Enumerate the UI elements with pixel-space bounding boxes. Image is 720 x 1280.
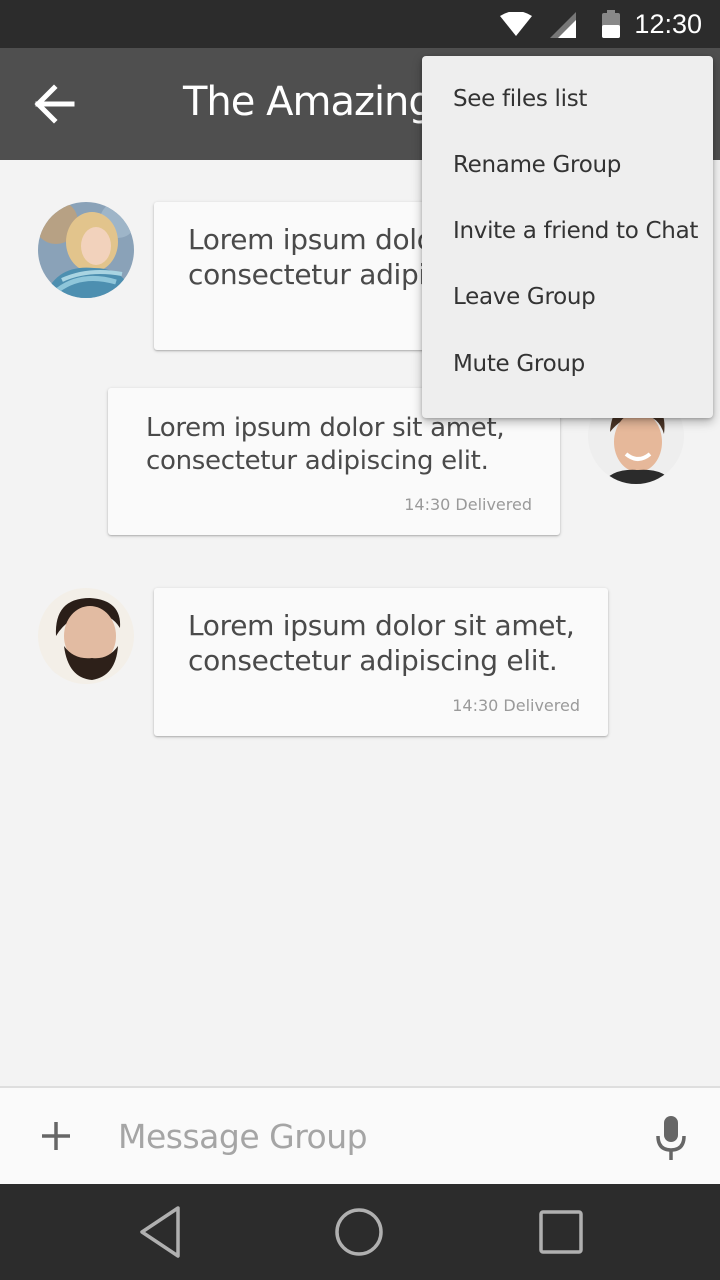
wifi-icon [500,12,532,36]
cell-signal-icon [550,12,576,38]
message-text: Lorem ipsum dolo consectetur adipis [188,222,441,292]
message-line: consectetur adipis [188,258,441,291]
group-title: The Amazing [183,79,434,125]
avatar-woman[interactable] [38,202,134,298]
avatar-bearded-man[interactable] [38,588,134,684]
message-line: consectetur adipiscing elit. [146,446,489,476]
menu-item-see-files[interactable]: See files list [422,66,713,132]
overflow-menu: See files list Rename Group Invite a fri… [422,56,713,418]
message-text: Lorem ipsum dolor sit amet, consectetur … [146,412,505,478]
home-circle-icon[interactable] [329,1202,389,1262]
message-status: 14:30 Delivered [404,495,532,514]
message-bubble[interactable]: Lorem ipsum dolor sit amet, consectetur … [154,588,608,736]
message-text: Lorem ipsum dolor sit amet, consectetur … [188,608,575,678]
message-status: 14:30 Delivered [452,696,580,715]
microphone-icon[interactable] [654,1114,688,1162]
menu-item-mute-group[interactable]: Mute Group [422,331,713,397]
menu-item-rename-group[interactable]: Rename Group [422,132,713,198]
battery-icon [602,10,620,38]
back-triangle-icon[interactable] [132,1202,192,1262]
message-line: Lorem ipsum dolo [188,223,434,256]
compose-bar [0,1086,720,1184]
recents-square-icon[interactable] [531,1202,591,1262]
message-bubble[interactable]: Lorem ipsum dolo consectetur adipis [154,202,444,350]
plus-icon[interactable] [36,1116,76,1156]
navigation-bar [0,1184,720,1280]
message-line: consectetur adipiscing elit. [188,644,558,677]
message-input[interactable] [118,1114,618,1158]
arrow-back-icon[interactable] [30,82,78,126]
clock: 12:30 [634,9,702,39]
menu-item-leave-group[interactable]: Leave Group [422,264,713,330]
status-bar: 12:30 [0,0,720,48]
message-line: Lorem ipsum dolor sit amet, [188,609,575,642]
menu-item-invite-friend[interactable]: Invite a friend to Chat [422,198,713,264]
